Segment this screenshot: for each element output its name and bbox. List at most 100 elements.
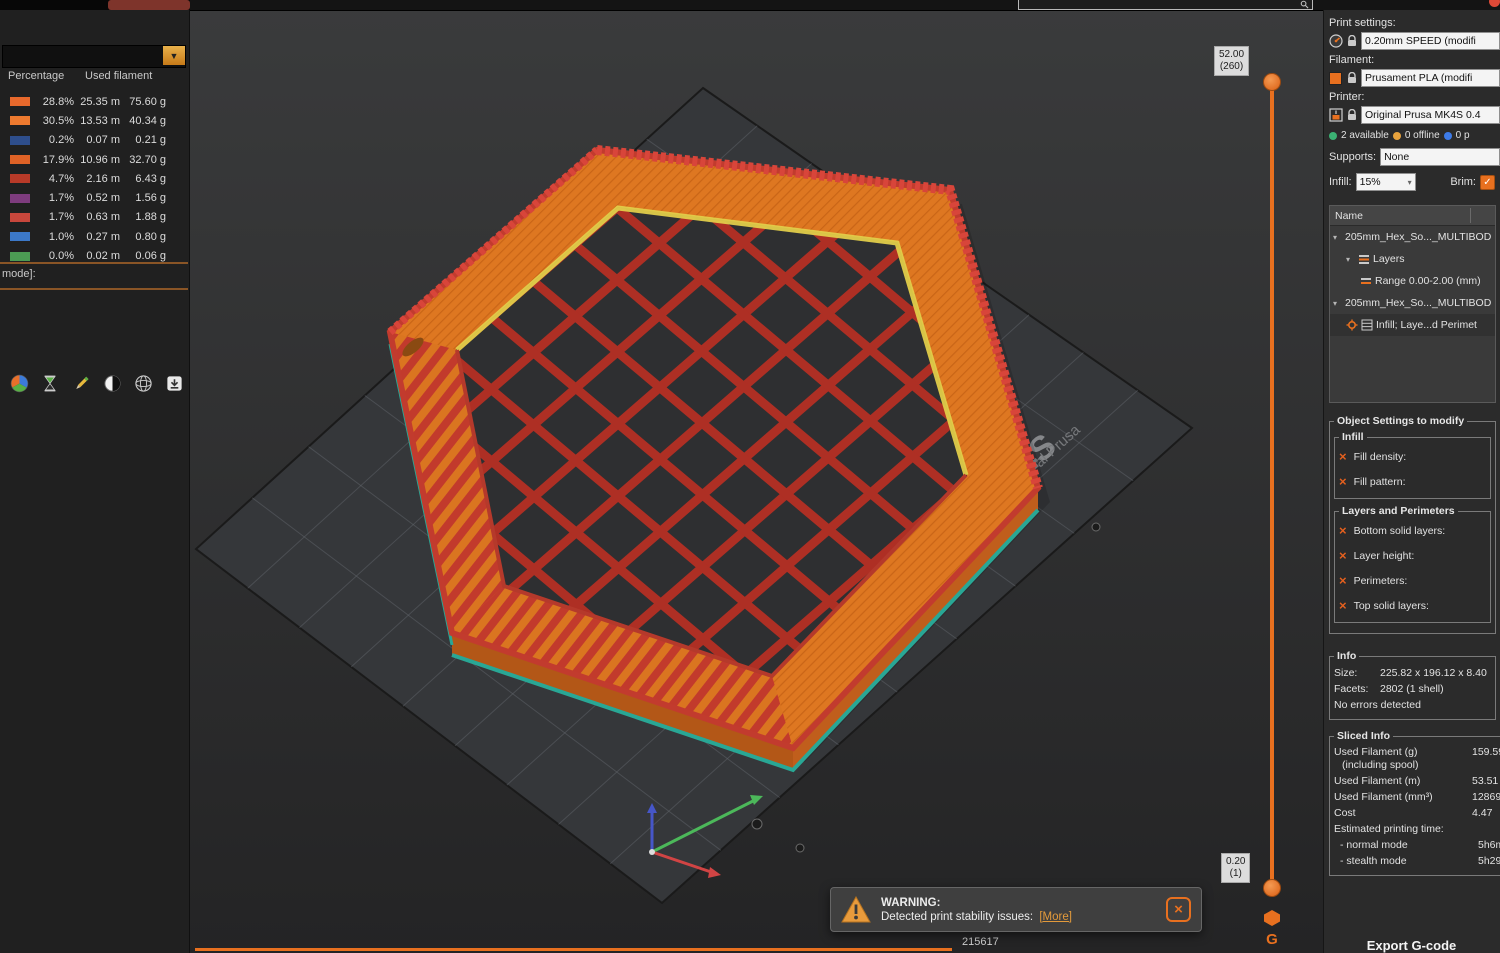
legend-percent: 28.8% [30, 96, 74, 108]
layer-range-row[interactable]: Range 0.00-2.00 (mm) [1330, 270, 1495, 292]
expander-icon[interactable]: ▾ [1333, 299, 1342, 308]
legend-row: 1.0%0.27 m0.80 g [0, 227, 190, 246]
dropdown-arrow-button[interactable]: ▼ [163, 46, 185, 65]
view-type-dropdown[interactable]: ▼ [2, 45, 186, 68]
legend-swatch [10, 97, 30, 106]
size-row: Size: 225.82 x 196.12 x 8.40 [1334, 667, 1491, 679]
object-row-label: 205mm_Hex_So..._MULTIBOD [1345, 297, 1491, 309]
remove-setting-icon[interactable]: × [1339, 450, 1347, 463]
expander-icon[interactable]: ▾ [1333, 233, 1342, 242]
gcode-letter: G [1258, 931, 1286, 948]
layers-row[interactable]: ▾ Layers [1330, 248, 1495, 270]
wireframe-icon[interactable] [132, 372, 154, 394]
errors-row: No errors detected [1334, 699, 1491, 711]
view-toolbar [8, 372, 185, 394]
remove-setting-icon[interactable]: × [1339, 549, 1347, 562]
legend-header: Percentage Used filament [0, 70, 190, 82]
layer-slider-track[interactable] [1270, 78, 1274, 884]
expander-icon[interactable]: ▾ [1346, 255, 1355, 264]
legend-row: 1.7%0.63 m1.88 g [0, 208, 190, 227]
infill-label: Infill: [1329, 176, 1352, 188]
setting-label: Layer height: [1354, 550, 1415, 562]
topbar-button-fragment[interactable] [108, 0, 190, 10]
infill-select[interactable]: 15% ▾ [1356, 173, 1416, 191]
sliced-label: Used Filament (g) [1334, 746, 1472, 759]
export-gcode-button[interactable]: Export G-code [1323, 938, 1500, 953]
remove-setting-icon[interactable]: × [1339, 475, 1347, 488]
infill-settings-group: Infill × Fill density: × Fill pattern: [1334, 431, 1491, 499]
legend-row: 4.7%2.16 m6.43 g [0, 169, 190, 188]
warning-close-button[interactable]: × [1166, 897, 1191, 922]
remove-setting-icon[interactable]: × [1339, 574, 1347, 587]
printer-label: Printer: [1329, 91, 1500, 103]
object-settings-title: Object Settings to modify [1334, 415, 1467, 427]
setting-label: Top solid layers: [1354, 600, 1429, 612]
size-value: 225.82 x 196.12 x 8.40 [1380, 667, 1487, 679]
lock-icon [1347, 72, 1358, 84]
legend-meters: 0.52 m [74, 192, 120, 204]
gcode-line-value: 215617 [962, 936, 999, 948]
remove-setting-icon[interactable]: × [1339, 524, 1347, 537]
legend-swatch [10, 252, 30, 261]
sliced-label: Used Filament (mm³) [1334, 791, 1472, 804]
sliced-row: - normal mode 5h6m [1334, 839, 1500, 852]
printing-status-label: 0 p [1456, 130, 1470, 141]
layer-slider-top-handle[interactable] [1263, 73, 1281, 91]
legend-grams: 75.60 g [120, 96, 166, 108]
legend-swatch [10, 174, 30, 183]
layer-slider-bottom-handle[interactable] [1263, 879, 1281, 897]
brim-label: Brim: [1450, 176, 1476, 188]
hourglass-icon[interactable] [39, 372, 61, 394]
legend-row: 17.9%10.96 m32.70 g [0, 150, 190, 169]
legend-row: 1.7%0.52 m1.56 g [0, 188, 190, 207]
search-input[interactable] [1018, 0, 1313, 10]
bed-hole [752, 819, 762, 829]
viewport-3d[interactable]: ORIGIN MK4S al Prusa [0, 0, 1500, 953]
object-list-header: Name [1330, 206, 1495, 226]
remove-setting-icon[interactable]: × [1339, 599, 1347, 612]
layer-bottom-value: 0.20 [1226, 856, 1245, 868]
legend-meters: 0.63 m [74, 211, 120, 223]
sliced-value: 159.59 [1472, 746, 1500, 759]
legend-meters: 0.27 m [74, 231, 120, 243]
print-settings-select[interactable]: 0.20mm SPEED (modifi [1361, 32, 1500, 50]
printer-status-row: 2 available 0 offline 0 p [1329, 130, 1500, 141]
object-row[interactable]: ▾ 205mm_Hex_So..._MULTIBOD [1330, 226, 1495, 248]
contrast-icon[interactable] [101, 372, 123, 394]
layer-range-label: Range 0.00-2.00 (mm) [1375, 275, 1481, 287]
layers-perimeters-title: Layers and Perimeters [1339, 505, 1458, 517]
gcode-line-slider-track[interactable] [195, 948, 952, 951]
layer-slider-bottom-tooltip: 0.20 (1) [1221, 853, 1250, 883]
printer-select[interactable]: Original Prusa MK4S 0.4 [1361, 106, 1500, 124]
warning-more-link[interactable]: [More] [1039, 911, 1072, 923]
sliced-row: Used Filament (mm³) 12869 [1334, 791, 1500, 804]
printer-icon [1329, 108, 1344, 122]
sliced-value: 12869 [1472, 791, 1500, 804]
sliced-row: Estimated printing time: [1334, 823, 1500, 836]
column-separator[interactable] [1470, 208, 1471, 223]
supports-label: Supports: [1329, 151, 1376, 163]
supports-row: Supports: None [1329, 148, 1500, 166]
layer-bottom-index: (1) [1226, 868, 1245, 880]
legend-grams: 1.88 g [120, 211, 166, 223]
gear-icon [1346, 319, 1358, 331]
name-column-header: Name [1335, 210, 1363, 222]
gcode-logo-icon: G [1258, 910, 1286, 948]
legend-meters: 25.35 m [74, 96, 120, 108]
import-icon[interactable] [163, 372, 185, 394]
legend-grams: 1.56 g [120, 192, 166, 204]
sliced-row: Used Filament (m) 53.51 [1334, 775, 1500, 788]
setting-label: Fill pattern: [1354, 476, 1406, 488]
brim-checkbox[interactable]: ✓ [1480, 175, 1495, 190]
filament-select[interactable]: Prusament PLA (modifi [1361, 69, 1500, 87]
edit-icon[interactable] [70, 372, 92, 394]
color-scheme-icon[interactable] [8, 372, 30, 394]
infill-brim-row: Infill: 15% ▾ Brim: ✓ [1329, 173, 1500, 191]
legend-percent: 30.5% [30, 115, 74, 127]
sliced-value: 5h6m [1478, 839, 1500, 852]
errors-value: No errors detected [1334, 699, 1421, 711]
object-row[interactable]: ▾ 205mm_Hex_So..._MULTIBOD [1330, 292, 1495, 314]
modifier-row[interactable]: Infill; Laye...d Perimet [1330, 314, 1495, 336]
supports-select[interactable]: None [1380, 148, 1500, 166]
facets-label: Facets: [1334, 683, 1380, 695]
